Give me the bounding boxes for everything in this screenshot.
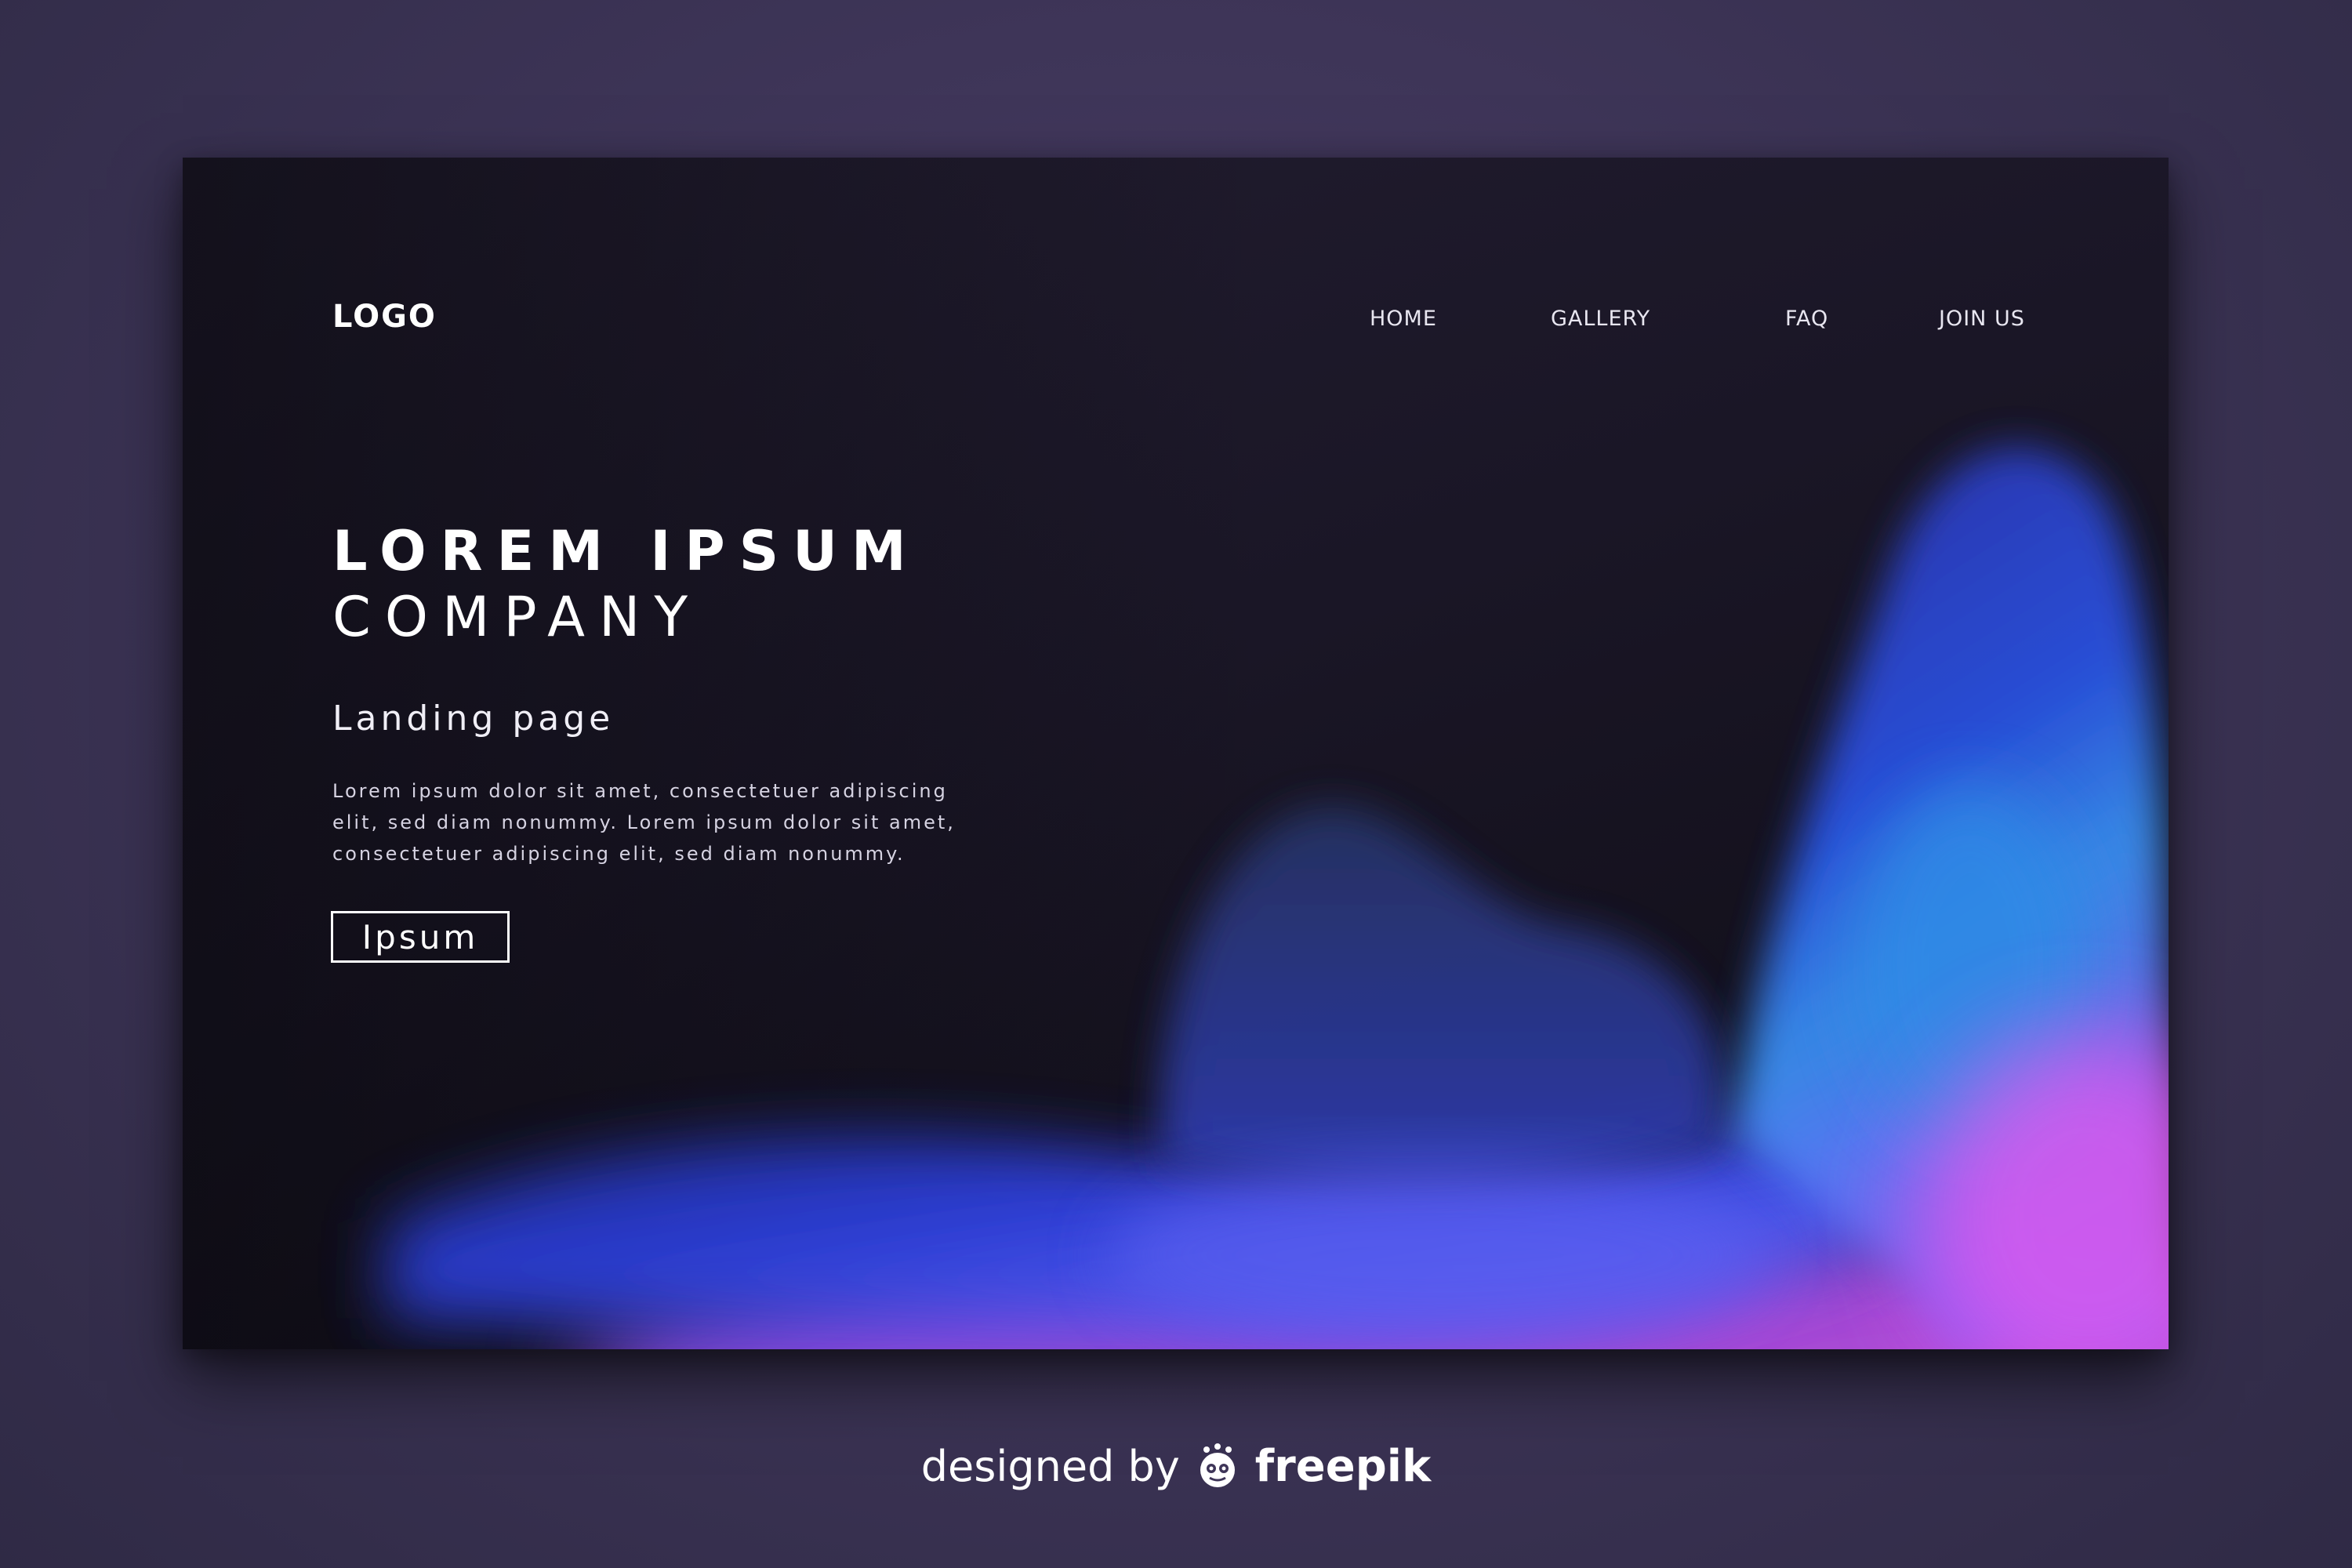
ipsum-button[interactable]: Ipsum (331, 911, 510, 963)
nav-faq-link[interactable]: FAQ (1785, 307, 1828, 331)
credit-prefix: designed by (920, 1442, 1180, 1491)
landing-page-card: LOGO HOME GALLERY FAQ JOIN US LOREM IPSU… (183, 158, 2169, 1349)
logo[interactable]: LOGO (332, 299, 437, 335)
nav-home-link[interactable]: HOME (1370, 307, 1437, 331)
hero-subtitle: Landing page (332, 699, 615, 739)
headline-line-1: LOREM IPSUM (332, 519, 920, 583)
nav-join-us-link[interactable]: JOIN US (1939, 307, 2025, 331)
freepik-mascot-icon (1200, 1443, 1235, 1487)
gradient-fluid-blob (387, 447, 2169, 1349)
nav-gallery-link[interactable]: GALLERY (1551, 307, 1650, 331)
headline-line-2: COMPANY (332, 585, 702, 649)
credit-brand: freepik (1254, 1441, 1432, 1492)
designer-credit[interactable]: designed by freepik (0, 1441, 2352, 1492)
hero-headline: LOREM IPSUM COMPANY (332, 518, 920, 650)
hero-body-text: Lorem ipsum dolor sit amet, consectetuer… (332, 780, 956, 865)
